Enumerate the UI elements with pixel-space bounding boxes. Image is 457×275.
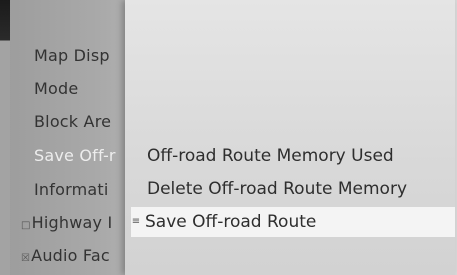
left-menu-item-label: Map Disp xyxy=(34,46,110,65)
left-menu-item-mode[interactable]: Mode xyxy=(34,79,78,98)
submenu-item-save-route[interactable]: ≡ Save Off-road Route xyxy=(131,207,455,237)
submenu-item-label: Off-road Route Memory Used xyxy=(147,146,394,166)
left-menu-item-save-off-road[interactable]: Save Off-r xyxy=(34,146,116,165)
submenu-item-delete-memory[interactable]: Delete Off-road Route Memory xyxy=(147,179,407,199)
left-menu-item-information[interactable]: Informati xyxy=(34,180,109,199)
checkbox-empty-icon: □ xyxy=(21,220,31,231)
left-menu-item-label: Highway I xyxy=(31,213,113,232)
left-menu-item-map-display[interactable]: Map Disp xyxy=(34,46,110,65)
left-menu-item-label: Mode xyxy=(34,79,79,98)
navigation-screen: Map Disp Mode Block Are Save Off-r Infor… xyxy=(0,0,457,275)
left-menu-item-block-area[interactable]: Block Are xyxy=(34,112,111,131)
checked-icon: ☒ xyxy=(21,253,31,264)
submenu-panel: Off-road Route Memory Used Delete Off-ro… xyxy=(125,0,455,275)
left-edge-bar xyxy=(0,0,10,275)
left-menu-item-label: Informati xyxy=(34,180,109,199)
left-menu-item-highway[interactable]: □Highway I xyxy=(21,213,112,232)
submenu-item-label: Save Off-road Route xyxy=(145,212,317,232)
submenu-item-memory-used[interactable]: Off-road Route Memory Used xyxy=(147,146,394,166)
left-menu: Map Disp Mode Block Are Save Off-r Infor… xyxy=(0,0,140,275)
left-menu-item-label: Audio Fac xyxy=(31,246,110,265)
left-menu-item-audio[interactable]: ☒Audio Fac xyxy=(21,246,110,265)
left-menu-item-label: Save Off-r xyxy=(34,146,116,165)
left-menu-item-label: Block Are xyxy=(34,112,112,131)
submenu-item-label: Delete Off-road Route Memory xyxy=(147,179,408,199)
selected-bullet-icon: ≡ xyxy=(131,216,141,227)
